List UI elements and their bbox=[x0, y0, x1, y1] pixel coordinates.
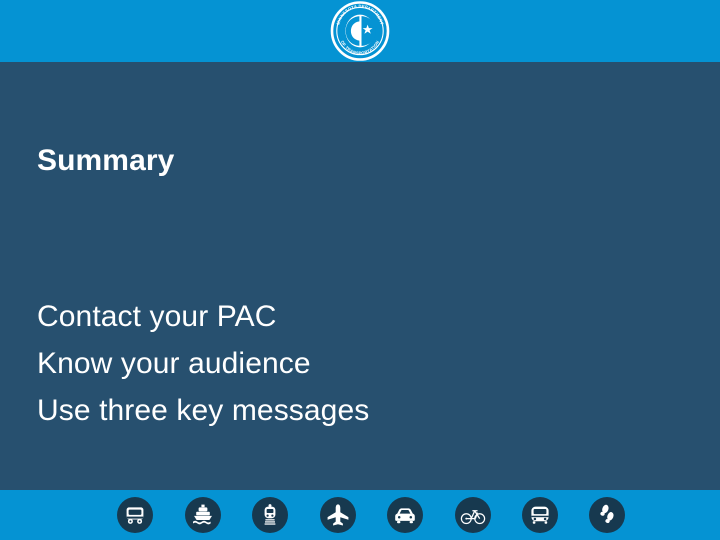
bullet-list: Contact your PAC Know your audience Use … bbox=[37, 293, 677, 434]
truck-icon bbox=[117, 497, 153, 533]
slide-canvas: MINNESOTA DEPARTMENT OF TRANSPORTATION S… bbox=[0, 0, 720, 540]
bus-icon bbox=[522, 497, 558, 533]
airplane-icon bbox=[320, 497, 356, 533]
page-title: Summary bbox=[37, 144, 175, 177]
slide-body: Summary Contact your PAC Know your audie… bbox=[0, 62, 720, 490]
list-item: Contact your PAC bbox=[37, 300, 277, 333]
list-item: Use three key messages bbox=[37, 394, 370, 427]
top-brand-band: MINNESOTA DEPARTMENT OF TRANSPORTATION bbox=[0, 0, 720, 62]
bicycle-icon bbox=[455, 497, 491, 533]
ship-icon bbox=[185, 497, 221, 533]
footer-mode-icon-bar bbox=[0, 490, 720, 540]
rail-icon bbox=[252, 497, 288, 533]
mndot-seal-logo: MINNESOTA DEPARTMENT OF TRANSPORTATION bbox=[329, 1, 391, 61]
list-item: Know your audience bbox=[37, 347, 311, 380]
car-icon bbox=[387, 497, 423, 533]
footprints-icon bbox=[589, 497, 625, 533]
